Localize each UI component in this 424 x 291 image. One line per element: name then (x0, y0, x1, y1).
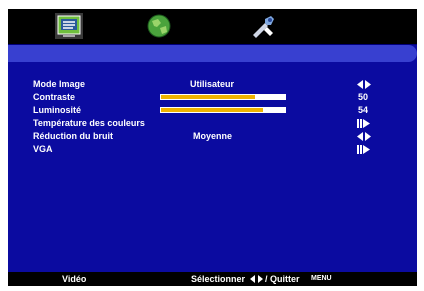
row-value: Moyenne (193, 131, 233, 141)
menu-row-temperature[interactable]: Température des couleurs (8, 117, 417, 130)
row-label: Température des couleurs (33, 118, 145, 128)
row-label: Contraste (33, 92, 76, 102)
row-label: Réduction du bruit (33, 131, 113, 141)
tab-picture[interactable] (55, 13, 83, 39)
menu-row-contraste[interactable]: Contraste 50 (8, 91, 417, 104)
row-label: VGA (33, 144, 53, 154)
menu-row-reduction-bruit[interactable]: Réduction du bruit Moyenne (8, 130, 417, 143)
left-right-arrows-icon (250, 275, 263, 283)
tab-tools[interactable] (249, 13, 277, 39)
left-right-arrows-icon[interactable] (357, 132, 371, 141)
row-value: Utilisateur (190, 79, 235, 89)
tab-bar (8, 9, 417, 44)
row-number: 54 (358, 105, 369, 115)
menu-header-strip (8, 45, 417, 62)
contraste-slider[interactable] (160, 94, 286, 100)
sound-globe-icon (147, 14, 171, 38)
picture-monitor-icon (55, 13, 83, 39)
row-label: Mode Image (33, 79, 86, 89)
menu-row-luminosite[interactable]: Luminosité 54 (8, 104, 417, 117)
footer-bar: Vidéo Sélectionner / Quitter MENU (8, 272, 417, 286)
enter-submenu-icon[interactable] (357, 119, 371, 128)
menu-row-mode-image[interactable]: Mode Image Utilisateur (8, 78, 417, 91)
luminosite-slider[interactable] (160, 107, 286, 113)
tab-sound[interactable] (145, 13, 173, 39)
tools-wrench-icon (253, 16, 274, 38)
footer-menu-key: MENU (311, 275, 332, 282)
enter-submenu-icon[interactable] (357, 145, 371, 154)
osd-menu: Mode Image Utilisateur Contraste 50 Lumi… (8, 9, 417, 286)
row-number: 50 (358, 92, 369, 102)
picture-menu-panel: Mode Image Utilisateur Contraste 50 Lumi… (8, 45, 417, 272)
menu-row-vga[interactable]: VGA (8, 143, 417, 156)
footer-quit-hint: / Quitter (265, 274, 300, 284)
slider-fill (161, 95, 256, 99)
row-label: Luminosité (33, 105, 82, 115)
footer-select-hint: Sélectionner (191, 274, 246, 284)
footer-section-label: Vidéo (62, 274, 87, 284)
left-right-arrows-icon[interactable] (357, 80, 371, 89)
slider-fill (161, 108, 263, 112)
